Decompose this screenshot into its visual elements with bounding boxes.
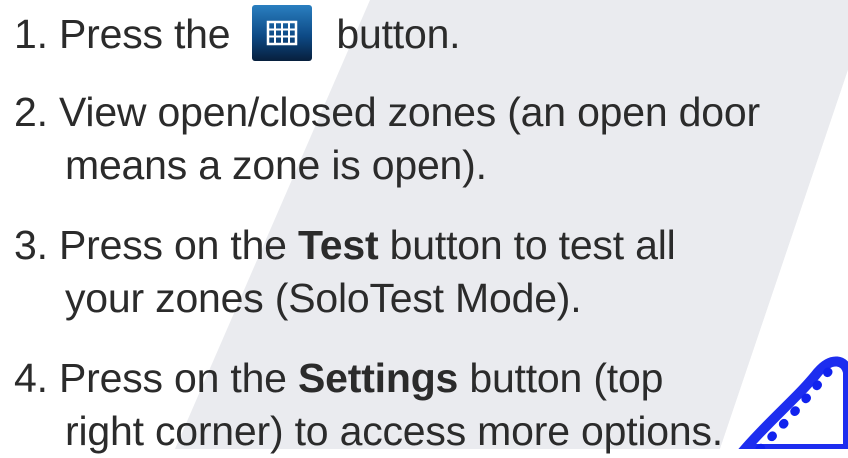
step-4-line-2: right corner) to access more options. xyxy=(65,408,723,454)
step-2: 2. View open/closed zones (an open door … xyxy=(14,86,760,192)
step-1-number: 1. xyxy=(14,11,48,57)
instructions: 1. Press the button. 2. View open/closed… xyxy=(0,0,848,454)
step-1-text-after: button. xyxy=(336,11,461,57)
step-1: 1. Press the button. xyxy=(14,5,461,62)
step-4-number: 4. xyxy=(14,355,48,401)
step-4: 4. Press on the Settings button (top rig… xyxy=(14,352,723,458)
step-2-number: 2. xyxy=(14,89,48,135)
step-3: 3. Press on the Test button to test all … xyxy=(14,219,676,325)
step-1-text-before: Press the xyxy=(59,11,231,57)
step-3-text-after: button to test all xyxy=(389,222,676,268)
grid-button-icon[interactable] xyxy=(252,5,313,62)
step-3-number: 3. xyxy=(14,222,48,268)
settings-button-label: Settings xyxy=(298,355,459,401)
step-2-line-2: means a zone is open). xyxy=(65,142,487,188)
step-3-text-before: Press on the xyxy=(59,222,287,268)
step-4-text-after: button (top xyxy=(469,355,664,401)
step-4-text-before: Press on the xyxy=(59,355,287,401)
step-2-line-1: View open/closed zones (an open door xyxy=(59,89,760,135)
step-3-line-2: your zones (SoloTest Mode). xyxy=(65,275,582,321)
test-button-label: Test xyxy=(298,222,379,268)
